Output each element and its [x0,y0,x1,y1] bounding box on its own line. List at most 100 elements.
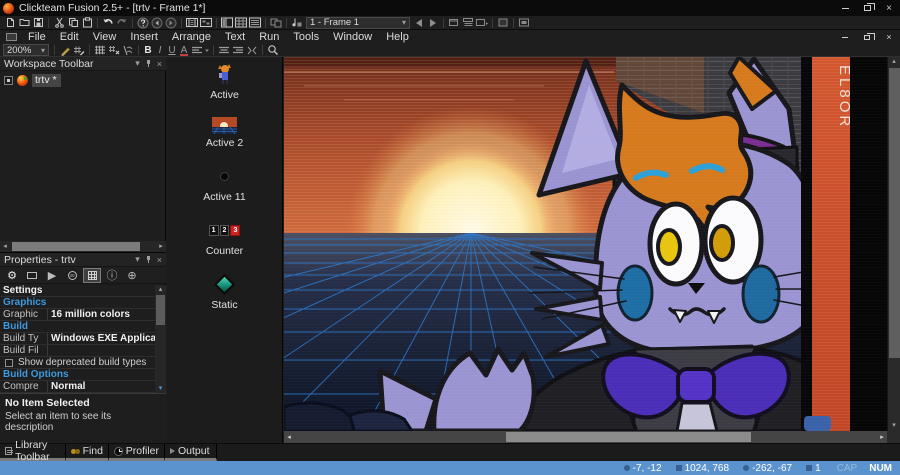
object-item-active11[interactable]: Active 11 [203,165,246,203]
tab-window-icon[interactable] [23,268,41,283]
scroll-up-icon[interactable]: ▴ [888,57,900,67]
copy-icon[interactable] [66,17,80,29]
scroll-thumb[interactable] [12,242,140,251]
tree-expander-icon[interactable] [4,76,13,85]
edit-tool-icon[interactable] [58,44,72,56]
tab-values-icon[interactable]: 40 [63,268,81,283]
run-application-icon[interactable] [290,17,304,29]
event-list-icon[interactable] [248,17,262,29]
tab-runtime-icon[interactable]: ▶ [43,268,61,283]
align-center-icon[interactable] [217,44,231,56]
properties-vscrollbar[interactable]: ▴ ▾ [155,285,166,393]
tab-events-icon[interactable] [83,267,101,283]
prop-value[interactable]: Normal [47,381,166,392]
close-button[interactable]: × [878,1,900,15]
open-file-icon[interactable] [17,17,31,29]
next-frame-icon[interactable] [426,17,440,29]
paste-icon[interactable] [80,17,94,29]
prop-section-graphics[interactable]: Graphics [0,297,166,309]
doc-close-button[interactable]: × [878,31,900,43]
menu-insert[interactable]: Insert [123,31,165,43]
fullscreen-icon[interactable] [496,17,510,29]
prop-value[interactable] [47,345,166,356]
minimize-button[interactable] [834,1,856,15]
scroll-up-icon[interactable]: ▴ [155,285,166,294]
scroll-thumb[interactable] [506,432,751,442]
frame-editor-icon[interactable] [199,17,213,29]
scroll-thumb[interactable] [156,295,165,325]
frame-artwork[interactable]: EL8OR [284,57,887,431]
previous-frame-icon[interactable] [412,17,426,29]
search-icon[interactable] [266,44,280,56]
prop-section-build[interactable]: Build [0,321,166,333]
tab-library-toolbar[interactable]: Library Toolbar [0,439,66,463]
prop-value[interactable]: 16 million colors [47,309,166,320]
menu-run[interactable]: Run [252,31,286,43]
prop-section-build-options[interactable]: Build Options [0,369,166,381]
tab-settings-gear-icon[interactable]: ⚙ [3,268,21,283]
menu-file[interactable]: File [21,31,53,43]
new-file-icon[interactable] [3,17,17,29]
scroll-down-icon[interactable]: ▾ [155,384,166,393]
canvas-vscrollbar[interactable]: ▴ ▾ [887,57,900,431]
save-file-icon[interactable] [31,17,45,29]
prop-value[interactable]: Windows EXE Application [47,333,166,344]
scroll-left-icon[interactable]: ◂ [0,241,10,252]
align-left-icon[interactable] [190,44,210,56]
nav-back-icon[interactable] [150,17,164,29]
menu-view[interactable]: View [86,31,124,43]
pin-icon[interactable] [145,60,152,67]
underline-button[interactable]: U [166,45,178,56]
pin-icon[interactable] [145,256,152,263]
tab-profiler[interactable]: Profiler [109,444,165,461]
justify-icon[interactable] [245,44,259,56]
panel-close-icon[interactable]: × [157,255,162,265]
project-item[interactable]: trtv * [32,74,61,87]
align-right-icon[interactable] [231,44,245,56]
doc-minimize-button[interactable] [834,31,856,43]
object-item-active2[interactable]: Active 2 [206,117,243,149]
prop-row-settings[interactable]: Settings [0,285,166,297]
zoom-selector[interactable]: 200% ▾ [3,44,49,56]
event-editor-icon[interactable] [234,17,248,29]
scroll-right-icon[interactable]: ▸ [156,241,166,252]
cut-icon[interactable] [52,17,66,29]
menu-window[interactable]: Window [326,31,379,43]
panel-menu-icon[interactable]: ▾ [135,254,140,265]
screen-setup-icon[interactable] [517,17,531,29]
menu-tools[interactable]: Tools [286,31,326,43]
undo-icon[interactable] [101,17,115,29]
workspace-hscrollbar[interactable]: ◂ ▸ [0,241,166,252]
nav-forward-icon[interactable] [164,17,178,29]
bold-button[interactable]: B [142,45,154,56]
redo-icon[interactable] [115,17,129,29]
menu-help[interactable]: Help [379,31,416,43]
scroll-right-icon[interactable]: ▸ [877,433,887,441]
menu-arrange[interactable]: Arrange [165,31,218,43]
object-item-counter[interactable]: 1 2 3 Counter [206,219,243,257]
grid-edit-icon[interactable] [72,44,86,56]
help-icon[interactable] [136,17,150,29]
tab-more-icon[interactable]: ⊕ [123,268,141,283]
doc-restore-button[interactable] [856,31,878,43]
frame-document-icon[interactable] [6,33,17,41]
font-color-button[interactable]: A [178,45,190,56]
frame-editor-canvas[interactable]: EL8OR ▴ ▾ ◂ ▸ [284,57,900,443]
restore-button[interactable] [856,1,878,15]
panel-menu-icon[interactable]: ▾ [135,58,140,69]
object-item-static[interactable]: Static [211,273,238,311]
object-item-active[interactable]: Active [210,62,239,101]
clone-window-icon[interactable] [269,17,283,29]
italic-button[interactable]: I [154,45,166,56]
scroll-thumb[interactable] [889,68,900,358]
grid-snap-icon[interactable] [107,44,121,56]
canvas-hscrollbar[interactable]: ◂ ▸ [284,431,887,443]
tab-output[interactable]: Output [165,444,217,461]
scroll-down-icon[interactable]: ▾ [888,421,900,431]
frame-selector[interactable]: 1 - Frame 1 ▾ [306,16,410,29]
deprecated-checkbox[interactable] [5,358,13,367]
scroll-left-icon[interactable]: ◂ [284,433,294,441]
window-restore-icon[interactable] [447,17,461,29]
hotspot-icon[interactable] [121,44,135,56]
grid-icon[interactable] [93,44,107,56]
